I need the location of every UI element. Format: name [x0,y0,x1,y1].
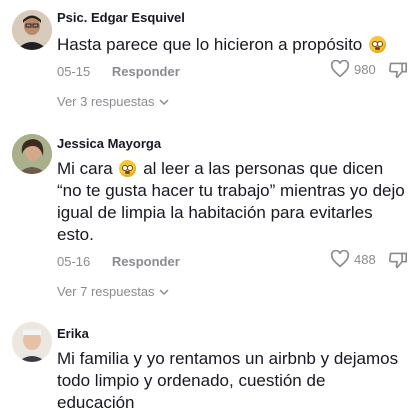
like-count: 980 [354,61,376,77]
comment-author[interactable]: Jessica Mayorga [57,136,161,151]
view-replies-button[interactable]: Ver 3 respuestas [57,94,169,109]
reply-button[interactable]: Responder [112,64,180,79]
view-replies-label: Ver 3 respuestas [57,94,155,109]
chevron-down-icon [159,288,169,295]
reply-button[interactable]: Responder [112,254,180,269]
chevron-down-icon [159,98,169,105]
flushed-face-icon [119,160,137,177]
comment-text-start: Mi cara [57,159,113,178]
heart-icon [330,60,350,78]
avatar[interactable] [12,134,52,174]
heart-icon [330,250,350,268]
comment-author[interactable]: Erika [57,326,89,341]
comment-text: Hasta parece que lo hicieron a propósito [57,34,407,56]
view-replies-button[interactable]: Ver 7 respuestas [57,284,169,299]
like-count: 488 [354,251,376,267]
like-button[interactable]: 488 [330,250,376,268]
avatar[interactable] [12,10,52,50]
avatar[interactable] [12,322,52,362]
thumbs-down-icon [389,252,407,269]
thumbs-down-icon [389,62,407,79]
comment-date: 05-16 [57,254,91,269]
view-replies-label: Ver 7 respuestas [57,284,155,299]
flushed-face-icon [368,36,386,53]
comment-meta: 05-15 Responder [57,64,180,79]
dislike-button[interactable] [388,251,408,274]
comment-meta: 05-16 Responder [57,254,180,269]
comment-date: 05-15 [57,64,91,79]
like-button[interactable]: 980 [330,60,376,78]
comment-text-body: Hasta parece que lo hicieron a propósito [57,35,363,54]
dislike-button[interactable] [388,61,408,84]
comment-text: Mi familia y yo rentamos un airbnb y dej… [57,349,399,412]
comment-text: Mi cara al leer a las personas que dicen… [57,158,407,246]
comment-author[interactable]: Psic. Edgar Esquivel [57,10,185,25]
